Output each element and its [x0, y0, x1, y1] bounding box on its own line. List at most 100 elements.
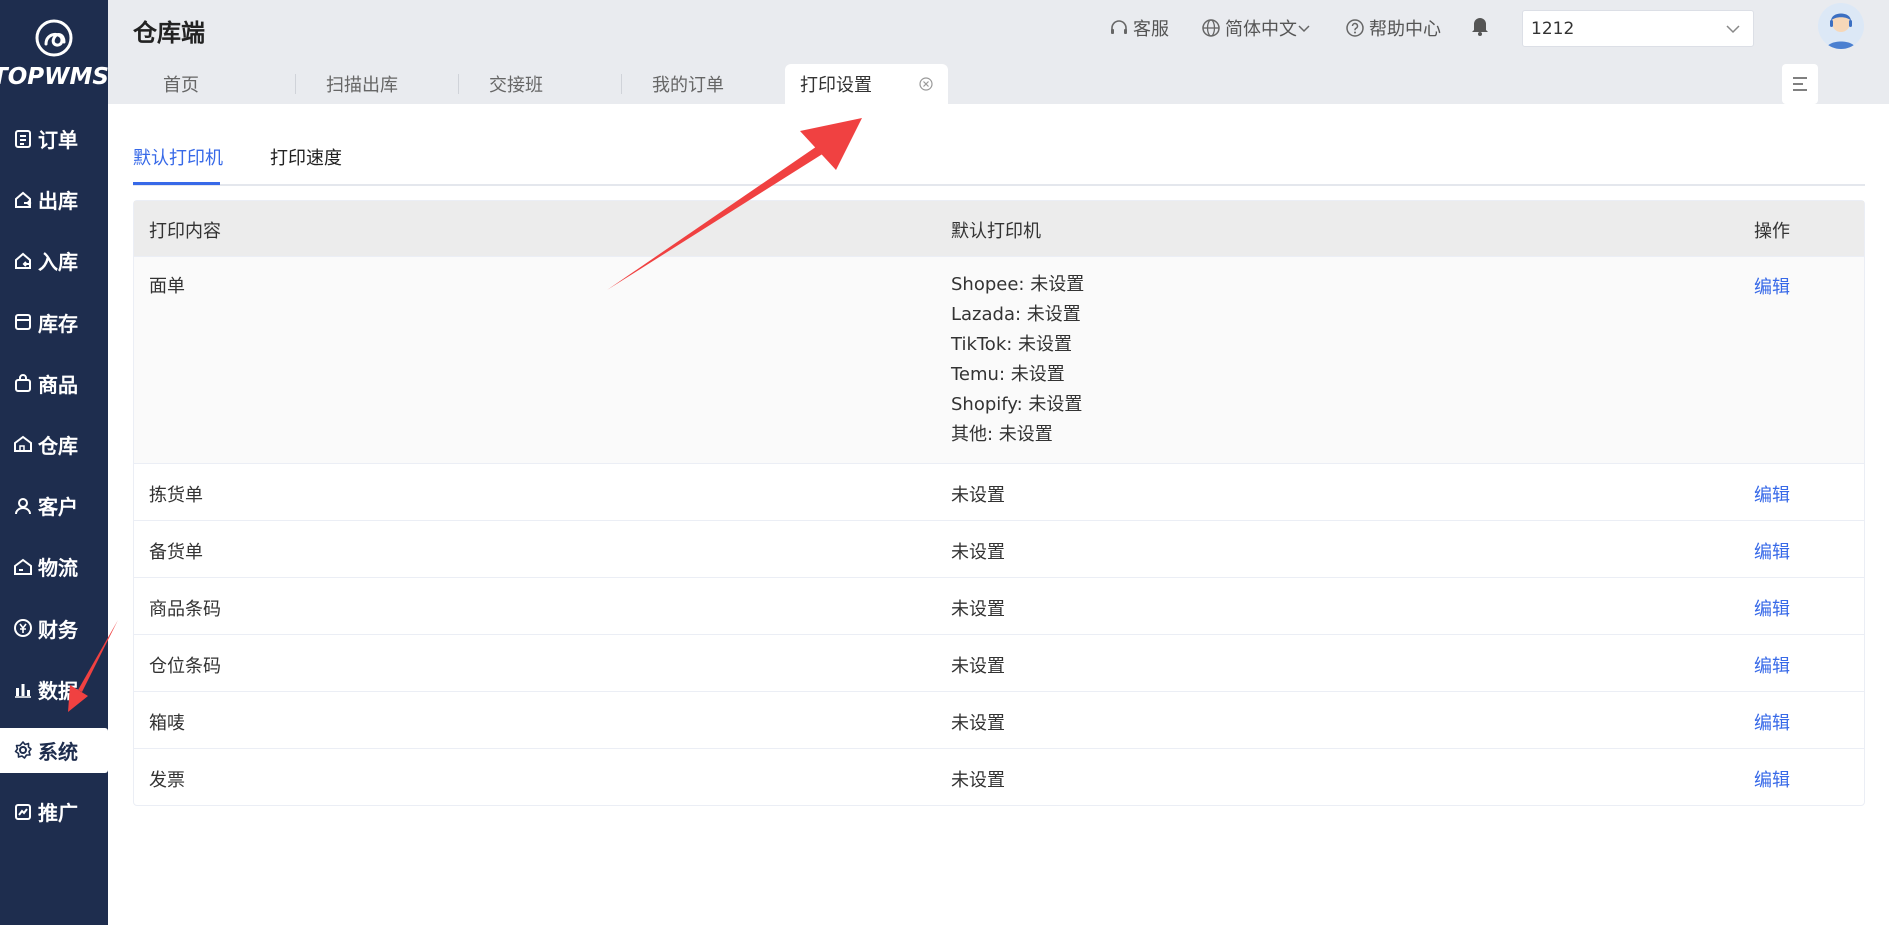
- finance-icon: [12, 617, 34, 639]
- sidebar-item-label: 物流: [38, 556, 78, 581]
- printer-list: Shopee: 未设置 Lazada: 未设置 TikTok: 未设置 Temu…: [951, 270, 1084, 450]
- user-avatar-icon: [1818, 3, 1864, 49]
- edit-link[interactable]: 编辑: [1754, 538, 1790, 564]
- sidebar-item-order[interactable]: 订单: [0, 116, 108, 161]
- row-content: 拣货单: [149, 485, 203, 506]
- sidebar-item-label: 仓库: [38, 433, 78, 458]
- column-header-content: 打印内容: [149, 221, 221, 242]
- avatar[interactable]: [1818, 3, 1864, 49]
- tab-label: 扫描出库: [326, 75, 398, 96]
- subtab-print-speed[interactable]: 打印速度: [270, 144, 342, 184]
- table-row: 箱唛 未设置 编辑: [134, 691, 1864, 748]
- table-row: 发票 未设置 编辑: [134, 748, 1864, 805]
- sidebar-nav: 订单 出库 入库 库存 商品 仓库 客户 物流 财务 数据 系统 推广: [0, 116, 108, 850]
- notification-bell[interactable]: [1470, 15, 1490, 41]
- printer-temu: Temu: 未设置: [951, 364, 1065, 385]
- tab-menu-button[interactable]: [1782, 64, 1818, 104]
- tab-scan-outbound[interactable]: 扫描出库: [296, 64, 459, 104]
- printer-other: 其他: 未设置: [951, 424, 1053, 445]
- table-row: 备货单 未设置 编辑: [134, 520, 1864, 577]
- sidebar-item-inventory[interactable]: 库存: [0, 300, 108, 345]
- logo-icon: [35, 19, 73, 57]
- edit-link[interactable]: 编辑: [1754, 709, 1790, 735]
- sidebar-item-product[interactable]: 商品: [0, 361, 108, 406]
- sidebar-item-label: 客户: [38, 495, 78, 520]
- row-printer: 未设置: [951, 542, 1005, 563]
- sidebar-item-customer[interactable]: 客户: [0, 483, 108, 528]
- menu-icon: [1793, 77, 1807, 91]
- tab-handover[interactable]: 交接班: [459, 64, 622, 104]
- subtabs: 默认打印机 打印速度: [133, 144, 1865, 186]
- row-content: 备货单: [149, 542, 203, 563]
- language-label: 简体中文: [1225, 19, 1297, 40]
- row-printer: 未设置: [951, 713, 1005, 734]
- row-printer: 未设置: [951, 485, 1005, 506]
- headset-icon: [1111, 20, 1127, 34]
- edit-link[interactable]: 编辑: [1754, 595, 1790, 621]
- tab-label: 首页: [163, 75, 199, 96]
- sidebar-item-inbound[interactable]: 入库: [0, 238, 108, 283]
- help-center-link[interactable]: 帮助中心: [1345, 15, 1441, 41]
- logo-text: TOPWMS: [0, 64, 109, 90]
- table-row: 仓位条码 未设置 编辑: [134, 634, 1864, 691]
- sidebar-item-label: 出库: [38, 189, 78, 214]
- sidebar-item-label: 数据: [38, 678, 78, 703]
- tab-my-orders[interactable]: 我的订单: [622, 64, 785, 104]
- table-header: 打印内容 默认打印机 操作: [134, 201, 1864, 256]
- customer-service-label: 客服: [1133, 19, 1169, 40]
- row-printer: 未设置: [951, 599, 1005, 620]
- edit-link[interactable]: 编辑: [1754, 481, 1790, 507]
- table-row: 面单 Shopee: 未设置 Lazada: 未设置 TikTok: 未设置 T…: [134, 256, 1864, 463]
- row-content: 面单: [149, 276, 185, 297]
- question-circle-icon: [1346, 19, 1364, 37]
- logistics-icon: [12, 556, 34, 578]
- edit-link[interactable]: 编辑: [1754, 652, 1790, 678]
- logo: TOPWMS: [0, 18, 109, 90]
- row-printer: 未设置: [951, 770, 1005, 791]
- tab-label: 交接班: [489, 75, 543, 96]
- language-selector[interactable]: 简体中文: [1201, 15, 1315, 41]
- row-content: 箱唛: [149, 713, 185, 734]
- product-bag-icon: [12, 372, 34, 394]
- table-row: 商品条码 未设置 编辑: [134, 577, 1864, 634]
- printer-tiktok: TikTok: 未设置: [951, 334, 1073, 355]
- edit-link[interactable]: 编辑: [1754, 766, 1790, 792]
- inbound-icon: [12, 250, 34, 272]
- page-tabs: 首页 扫描出库 交接班 我的订单 打印设置: [133, 64, 948, 104]
- row-content: 仓位条码: [149, 656, 221, 677]
- printer-settings-table: 打印内容 默认打印机 操作 面单 Shopee: 未设置 Lazada: 未设置…: [133, 200, 1865, 806]
- printer-lazada: Lazada: 未设置: [951, 304, 1081, 325]
- sidebar-item-promotion[interactable]: 推广: [0, 789, 108, 834]
- sidebar-item-warehouse[interactable]: 仓库: [0, 422, 108, 467]
- tab-print-settings[interactable]: 打印设置: [785, 64, 948, 104]
- sidebar-item-logistics[interactable]: 物流: [0, 544, 108, 589]
- warehouse-icon: [12, 433, 34, 455]
- printer-shopify: Shopify: 未设置: [951, 394, 1083, 415]
- customer-service-link[interactable]: 客服: [1109, 15, 1169, 41]
- warehouse-select[interactable]: 1212: [1522, 10, 1754, 47]
- sidebar-item-label: 库存: [38, 311, 78, 336]
- sidebar-item-label: 推广: [38, 801, 78, 826]
- subtab-active-indicator: [133, 182, 220, 185]
- header: 仓库端 客服 简体中文 帮助中心 1212 首页 扫描出库 交接班 我的订单 打…: [108, 0, 1889, 104]
- sidebar-item-label: 入库: [38, 250, 78, 275]
- sidebar-item-data[interactable]: 数据: [0, 667, 108, 712]
- tab-home[interactable]: 首页: [133, 64, 296, 104]
- tab-label: 我的订单: [652, 75, 724, 96]
- sidebar-item-system[interactable]: 系统: [0, 727, 108, 773]
- sidebar-item-outbound[interactable]: 出库: [0, 177, 108, 222]
- edit-link[interactable]: 编辑: [1754, 273, 1790, 299]
- subtab-default-printer[interactable]: 默认打印机: [133, 144, 223, 184]
- globe-icon: [1202, 19, 1220, 37]
- order-icon: [12, 128, 34, 150]
- inventory-icon: [12, 311, 34, 333]
- close-icon[interactable]: [918, 76, 934, 92]
- table-row: 拣货单 未设置 编辑: [134, 463, 1864, 520]
- column-header-action: 操作: [1754, 221, 1790, 242]
- sidebar-item-label: 财务: [38, 617, 78, 642]
- customer-icon: [12, 495, 34, 517]
- printer-shopee: Shopee: 未设置: [951, 274, 1085, 295]
- tab-label: 打印设置: [800, 75, 872, 96]
- gear-icon: [12, 739, 34, 761]
- sidebar-item-finance[interactable]: 财务: [0, 606, 108, 651]
